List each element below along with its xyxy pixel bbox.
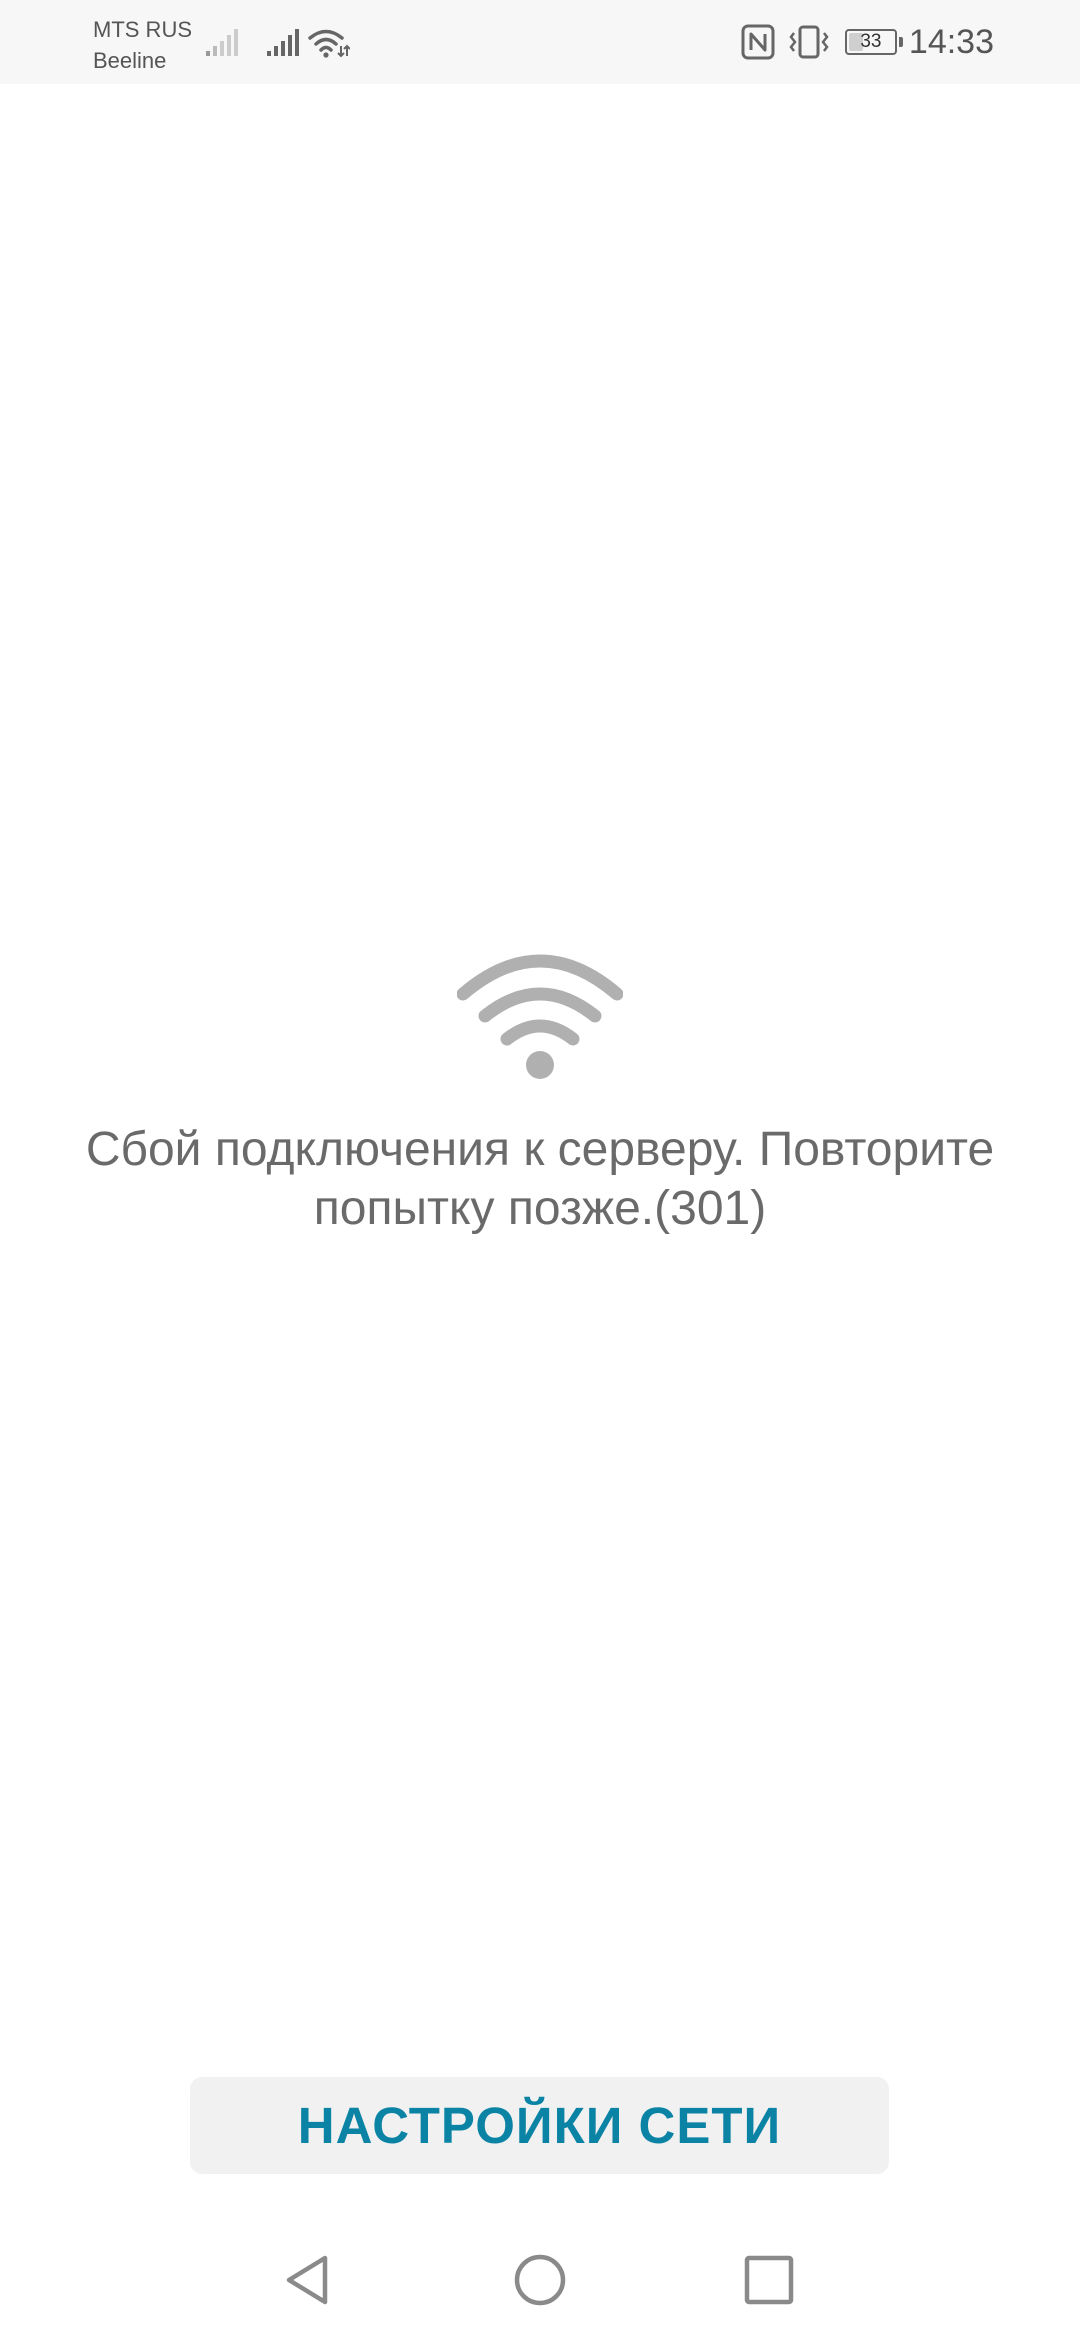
- status-right-group: 33 14:33: [741, 0, 994, 84]
- clock: 14:33: [908, 22, 994, 61]
- recents-button[interactable]: [737, 2248, 801, 2312]
- recents-icon: [744, 2255, 794, 2305]
- wifi-icon: [308, 29, 350, 58]
- signal-2-icon: [267, 29, 299, 56]
- vibrate-icon: [789, 25, 829, 59]
- battery-percent: 33: [860, 31, 882, 52]
- nfc-icon: [741, 24, 775, 60]
- carrier-2-label: Beeline: [93, 48, 167, 73]
- carrier-1-label: MTS RUS: [93, 17, 192, 42]
- screen: MTS RUS Beeline 33 14:33 Сбой подключени…: [0, 0, 1080, 2340]
- network-settings-button[interactable]: НАСТРОЙКИ СЕТИ: [190, 2077, 889, 2174]
- battery-icon: 33: [844, 29, 903, 55]
- home-button[interactable]: [508, 2248, 572, 2312]
- back-button[interactable]: [277, 2248, 341, 2312]
- signal-1-icon: [206, 29, 238, 56]
- wifi-icon: [457, 954, 623, 1079]
- carrier-info: MTS RUS Beeline: [93, 14, 192, 76]
- status-bar: MTS RUS Beeline 33 14:33: [0, 0, 1080, 84]
- back-icon: [286, 2255, 328, 2305]
- error-message: Сбой подключения к серверу. Повторите по…: [85, 1123, 995, 1235]
- home-icon: [514, 2254, 566, 2306]
